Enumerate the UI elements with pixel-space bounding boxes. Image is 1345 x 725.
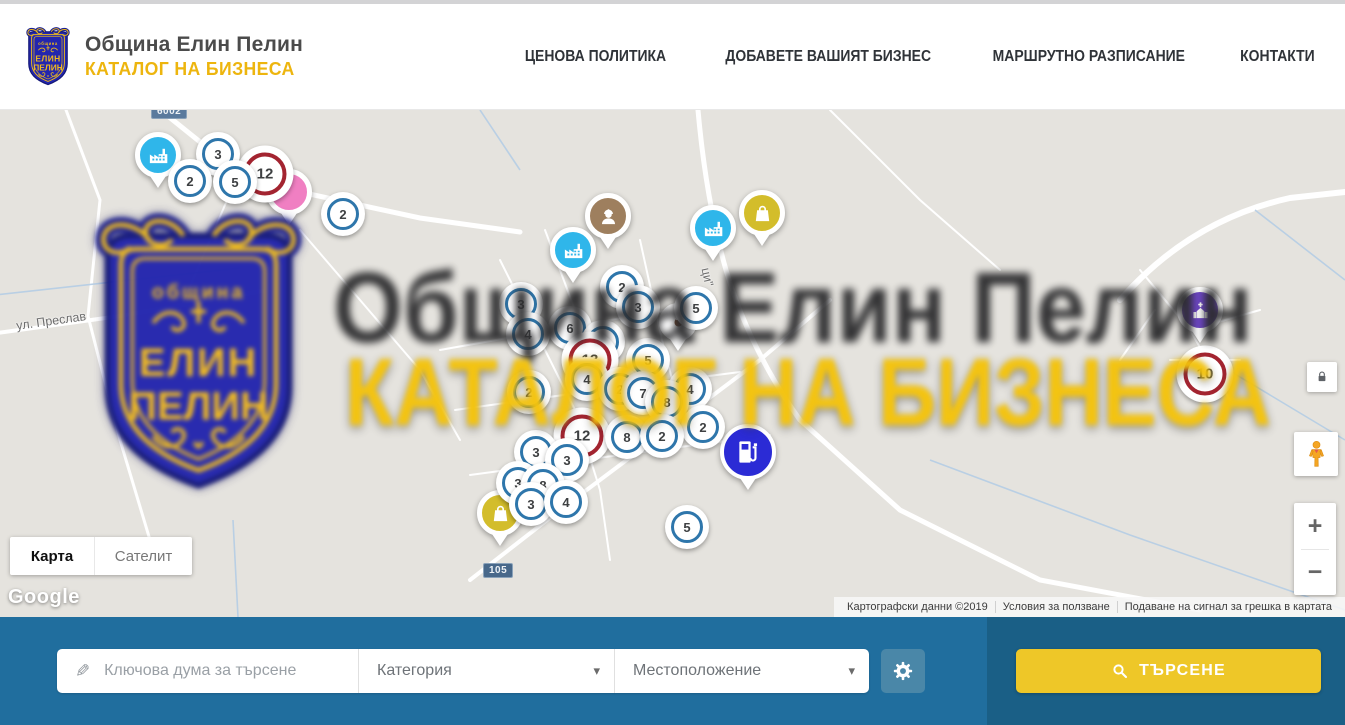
pencil-icon: ✎ xyxy=(75,661,90,682)
map-cluster[interactable]: 4 xyxy=(544,480,588,524)
cluster-count: 2 xyxy=(687,411,719,443)
pin-tail xyxy=(754,234,770,246)
map-type-control: Карта Сателит xyxy=(10,537,192,575)
nav-contacts[interactable]: КОНТАКТИ xyxy=(1240,48,1315,66)
map-canvas[interactable]: ул. Преслав бул. „Новосел ци" 6002 105 1… xyxy=(0,110,1345,617)
lock-button[interactable] xyxy=(1307,362,1337,392)
fuel-icon xyxy=(720,424,776,480)
markers-layer: 123252233564713544278221282333834510 xyxy=(0,110,1345,617)
factory-icon xyxy=(690,205,736,251)
cluster-count: 8 xyxy=(611,421,643,453)
cluster-count: 2 xyxy=(327,198,359,230)
attribution-copyright: Картографски данни ©2019 xyxy=(840,601,995,613)
page: Община Елин Пелин КАТАЛОГ НА БИЗНЕСА ЦЕН… xyxy=(0,0,1345,725)
search-button[interactable]: ТЪРСЕНЕ xyxy=(1016,649,1321,693)
search-button-label: ТЪРСЕНЕ xyxy=(1139,662,1226,680)
pin-tail xyxy=(492,534,508,546)
zoom-out-button[interactable]: − xyxy=(1294,550,1336,595)
map-attribution: Картографски данни ©2019 Условия за полз… xyxy=(834,597,1345,617)
map-cluster[interactable]: 2 xyxy=(681,405,725,449)
lock-icon xyxy=(1315,370,1329,384)
cluster-count: 4 xyxy=(550,486,582,518)
map-cluster[interactable]: 3 xyxy=(616,285,660,329)
chevron-down-icon: ▾ xyxy=(593,663,600,679)
chevron-down-icon: ▾ xyxy=(848,663,855,679)
header: Община Елин Пелин КАТАЛОГ НА БИЗНЕСА ЦЕН… xyxy=(0,4,1345,110)
cluster-count: 4 xyxy=(512,318,544,350)
search-input[interactable] xyxy=(102,661,346,681)
map-cluster[interactable]: 2 xyxy=(321,192,365,236)
pin-tail xyxy=(740,478,756,490)
cluster-count: 2 xyxy=(513,376,545,408)
map-cluster[interactable]: 5 xyxy=(665,505,709,549)
nav-add-your-business[interactable]: ДОБАВЕТЕ ВАШИЯТ БИЗНЕС xyxy=(725,48,931,66)
brand[interactable]: Община Елин Пелин КАТАЛОГ НА БИЗНЕСА xyxy=(24,27,303,87)
brand-title: Община Елин Пелин xyxy=(85,33,303,57)
category-select[interactable]: Категория ▾ xyxy=(358,649,614,693)
keyword-field[interactable]: ✎ xyxy=(57,661,358,682)
zoom-control: + − xyxy=(1294,503,1336,595)
map-pin-fuel-station[interactable] xyxy=(720,424,776,490)
map-pin-church[interactable] xyxy=(1177,287,1223,343)
zoom-in-button[interactable]: + xyxy=(1294,504,1336,549)
cluster-count: 2 xyxy=(646,420,678,452)
nav-pricing-policy[interactable]: ЦЕНОВА ПОЛИТИКА xyxy=(525,48,666,66)
cluster-count: 3 xyxy=(515,488,547,520)
pin-tail xyxy=(1192,331,1208,343)
map-cluster[interactable]: 2 xyxy=(640,414,684,458)
brand-text: Община Елин Пелин КАТАЛОГ НА БИЗНЕСА xyxy=(85,33,303,80)
google-logo[interactable]: Google xyxy=(8,586,80,609)
map-cluster[interactable]: 4 xyxy=(506,312,550,356)
map-cluster[interactable]: 10 xyxy=(1177,346,1234,403)
church-icon xyxy=(1177,287,1223,333)
map-cluster[interactable]: 2 xyxy=(168,159,212,203)
category-value: Категория xyxy=(377,662,452,680)
pin-tail xyxy=(705,249,721,261)
main-nav: ЦЕНОВА ПОЛИТИКА ДОБАВЕТЕ ВАШИЯТ БИЗНЕС М… xyxy=(517,48,1319,66)
map-type-map-button[interactable]: Карта xyxy=(10,537,94,575)
map-cluster[interactable]: 5 xyxy=(213,160,257,204)
cluster-count: 5 xyxy=(680,292,712,324)
map-type-satellite-button[interactable]: Сателит xyxy=(94,537,192,575)
location-value: Местоположение xyxy=(633,662,761,680)
pin-tail xyxy=(281,213,297,225)
pin-tail xyxy=(150,176,166,188)
search-icon xyxy=(1111,662,1129,680)
cluster-count: 5 xyxy=(219,166,251,198)
map-pin-shopping[interactable] xyxy=(739,190,785,246)
map-cluster[interactable]: 5 xyxy=(674,286,718,330)
attribution-terms-link[interactable]: Условия за ползване xyxy=(995,601,1117,613)
pin-tail xyxy=(565,271,581,283)
pin-tail xyxy=(600,237,616,249)
cluster-count: 2 xyxy=(174,165,206,197)
location-select[interactable]: Местоположение ▾ xyxy=(614,649,869,693)
nav-route-schedule[interactable]: МАРШРУТНО РАЗПИСАНИЕ xyxy=(993,48,1185,66)
search-bar: ✎ Категория ▾ Местоположение ▾ xyxy=(0,617,1345,725)
pegman-control[interactable] xyxy=(1294,432,1338,476)
municipality-crest-logo xyxy=(24,27,72,87)
map-pin-manufacturing[interactable] xyxy=(550,227,596,283)
factory-icon xyxy=(550,227,596,273)
settings-button[interactable] xyxy=(881,649,925,693)
cluster-count: 3 xyxy=(622,291,654,323)
cluster-count: 10 xyxy=(1184,353,1227,396)
pegman-icon xyxy=(1306,440,1327,468)
cluster-count: 5 xyxy=(671,511,703,543)
pin-tail xyxy=(670,339,686,351)
bag-icon xyxy=(739,190,785,236)
brand-subtitle: КАТАЛОГ НА БИЗНЕСА xyxy=(85,59,299,80)
cluster-count: 8 xyxy=(651,386,683,418)
map-cluster[interactable]: 2 xyxy=(507,370,551,414)
search-input-group: ✎ Категория ▾ Местоположение ▾ xyxy=(57,649,869,693)
attribution-report-link[interactable]: Подаване на сигнал за грешка в картата xyxy=(1117,601,1339,613)
map-pin-manufacturing[interactable] xyxy=(690,205,736,261)
gear-icon xyxy=(892,660,914,682)
